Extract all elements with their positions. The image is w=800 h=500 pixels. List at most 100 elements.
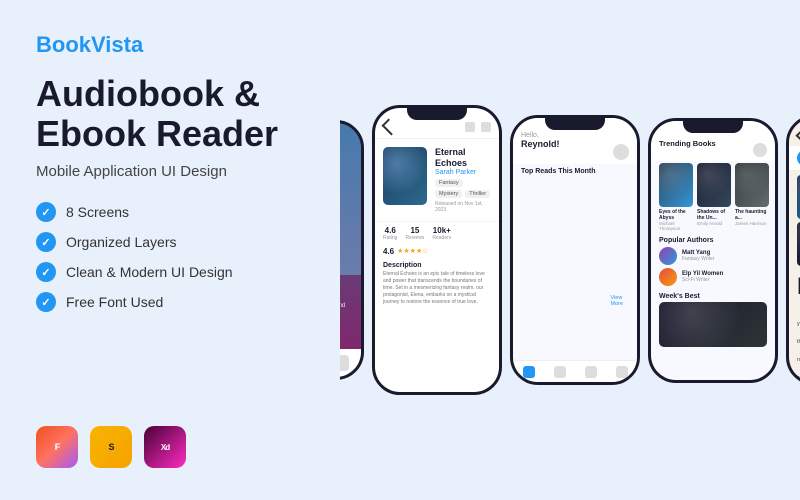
- tag-thriller: Thriller: [465, 190, 490, 198]
- phone-4-screen: Trending Books Eyes of the Abyss Michael…: [651, 121, 775, 380]
- phone-notch-2: [407, 108, 467, 120]
- trending-author-3: James Harrison: [735, 221, 769, 226]
- trending-author-1: Michael Thompson: [659, 221, 693, 231]
- trending-cover-2: [697, 163, 731, 207]
- author-row-2: Elp Yil Women Sci-Fi Writer: [659, 268, 767, 286]
- check-icon-2: [36, 232, 56, 252]
- phone-2-screen: Eternal Echoes Sarah Parker Fantasy Myst…: [375, 108, 499, 392]
- greeting-name: Reynold!: [521, 139, 560, 149]
- feature-item: Free Font Used: [36, 292, 304, 312]
- book-tags: Fantasy Mystery Thriller: [435, 179, 491, 198]
- nav-profile-icon[interactable]: [616, 366, 628, 378]
- tag-mystery: Mystery: [435, 190, 462, 198]
- book-author: Sarah Parker: [435, 169, 491, 176]
- author-name-1: Matt Yang: [682, 250, 714, 256]
- trending-cover-1: [659, 163, 693, 207]
- hero-content: Discover, Read, Repeat! Dive into a Real…: [340, 273, 351, 342]
- main-title: Audiobook & Ebook Reader: [36, 74, 304, 153]
- trending-author-2: Emily Arnold: [697, 221, 731, 226]
- features-list: 8 Screens Organized Layers Clean & Moder…: [36, 202, 304, 312]
- reading-text-area: In the old garden, the fragrance of rose…: [789, 270, 800, 382]
- author-genre-2: Sci-Fi Writer: [682, 277, 723, 283]
- popular-authors: Popular Authors Matt Yang Fantasy Writer…: [651, 235, 775, 291]
- author-genre-1: Fantasy Writer: [682, 256, 714, 262]
- week-book-cover: [659, 302, 767, 347]
- trending-books-row: Eyes of the Abyss Michael Thompson Shado…: [651, 161, 775, 235]
- phone-5-screen: Eternal Echoes All Genre Latest Popular …: [789, 118, 800, 382]
- trending-book-1[interactable]: Eyes of the Abyss Michael Thompson: [659, 163, 693, 231]
- feature-item: Clean & Modern UI Design: [36, 262, 304, 282]
- right-panel: Discover, Read, Repeat! Dive into a Real…: [340, 0, 800, 500]
- desc-text: Eternal Echoes is an epic tale of timele…: [383, 271, 491, 306]
- trending-title: Trending Books: [659, 135, 716, 157]
- author-name-2: Elp Yil Women: [682, 271, 723, 277]
- check-icon-3: [36, 262, 56, 282]
- phone-mockup-1: Discover, Read, Repeat! Dive into a Real…: [340, 120, 364, 380]
- trending-title-2: Shadows of the Un...: [697, 209, 731, 221]
- feature-item: 8 Screens: [36, 202, 304, 222]
- description-section: Description Eternal Echoes is an epic ta…: [375, 258, 499, 310]
- notification-icon[interactable]: [613, 144, 629, 160]
- trending-title-3: The haunting a...: [735, 209, 769, 221]
- stat-reviews: 15 Reviews: [405, 226, 424, 241]
- hero-background-figure: [340, 123, 361, 275]
- figma-icon: F: [36, 426, 78, 468]
- book-info: Eternal Echoes Sarah Parker Fantasy Myst…: [435, 147, 491, 213]
- author-avatar-2: [659, 268, 677, 286]
- reader-top-bar: Eternal Echoes: [789, 118, 800, 146]
- phone-mockup-5: Eternal Echoes All Genre Latest Popular …: [786, 115, 800, 385]
- phone-3-screen: Hello, Reynold! Top Reads This Month Vie…: [513, 118, 637, 382]
- check-icon-4: [36, 292, 56, 312]
- back-arrow-icon[interactable]: [382, 119, 399, 136]
- stat-rating: 4.6 Rating: [383, 226, 397, 241]
- bottom-navigation: [513, 360, 637, 382]
- desc-title: Description: [383, 262, 491, 269]
- week-best-section: Week's Best: [651, 291, 775, 349]
- release-date: Released on Nov 1st, 2023: [435, 201, 491, 213]
- subtitle: Mobile Application UI Design: [36, 163, 304, 180]
- greeting-text: Hello,: [521, 132, 560, 139]
- pop-author-title: Popular Authors: [659, 237, 767, 244]
- trending-title-1: Eyes of the Abyss: [659, 209, 693, 221]
- trending-book-2[interactable]: Shadows of the Un... Emily Arnold: [697, 163, 731, 231]
- week-best-title: Week's Best: [659, 293, 767, 300]
- feature-item: Organized Layers: [36, 232, 304, 252]
- stat-readers: 10k+ Readers: [432, 226, 451, 241]
- phone-notch-3: [545, 118, 605, 130]
- phone-mockup-3: Hello, Reynold! Top Reads This Month Vie…: [510, 115, 640, 385]
- book-title: Eternal Echoes: [435, 147, 491, 169]
- xd-icon: Xd: [144, 426, 186, 468]
- reader-back-icon[interactable]: [796, 129, 800, 146]
- sketch-icon: S: [90, 426, 132, 468]
- latest-tabs: All Genre Latest Popular Audio Book: [789, 146, 800, 171]
- section-title: Top Reads This Month: [513, 164, 611, 382]
- book-cover-image: [383, 147, 427, 205]
- author-row-1: Matt Yang Fantasy Writer: [659, 247, 767, 265]
- bottom-nav-bar: [340, 349, 361, 377]
- nav-home-icon[interactable]: [523, 366, 535, 378]
- nav-search-icon[interactable]: [554, 366, 566, 378]
- trending-book-3[interactable]: The haunting a... James Harrison: [735, 163, 769, 231]
- author-avatar-1: [659, 247, 677, 265]
- latest-grid: [789, 171, 800, 270]
- phone-mockup-4: Trending Books Eyes of the Abyss Michael…: [648, 118, 778, 383]
- tool-icons: F S Xd: [36, 426, 304, 468]
- rating-row: 4.6 ★★★★☆: [375, 245, 499, 258]
- trending-cover-3: [735, 163, 769, 207]
- phone-mockup-2: Eternal Echoes Sarah Parker Fantasy Myst…: [372, 105, 502, 395]
- bookmark-icon[interactable]: [465, 122, 475, 132]
- nav-library-icon[interactable]: [585, 366, 597, 378]
- check-icon-1: [36, 202, 56, 222]
- book-cover-area: Eternal Echoes Sarah Parker Fantasy Myst…: [375, 139, 499, 221]
- nav-profile: [340, 355, 349, 371]
- hero-title: Discover, Read, Repeat!: [340, 273, 351, 299]
- share-icon[interactable]: [481, 122, 491, 132]
- trending-bell-icon[interactable]: [753, 143, 767, 157]
- left-panel: BookVista Audiobook & Ebook Reader Mobil…: [0, 0, 340, 500]
- phone-1-screen: Discover, Read, Repeat! Dive into a Real…: [340, 123, 361, 377]
- view-more-link[interactable]: View More: [611, 295, 638, 307]
- hero-text: Dive into a Realm of Imagination and Kno…: [340, 303, 351, 319]
- star-rating: ★★★★☆: [397, 247, 428, 255]
- stats-row: 4.6 Rating 15 Reviews 10k+ Readers: [375, 221, 499, 245]
- phone-notch-4: [683, 121, 743, 133]
